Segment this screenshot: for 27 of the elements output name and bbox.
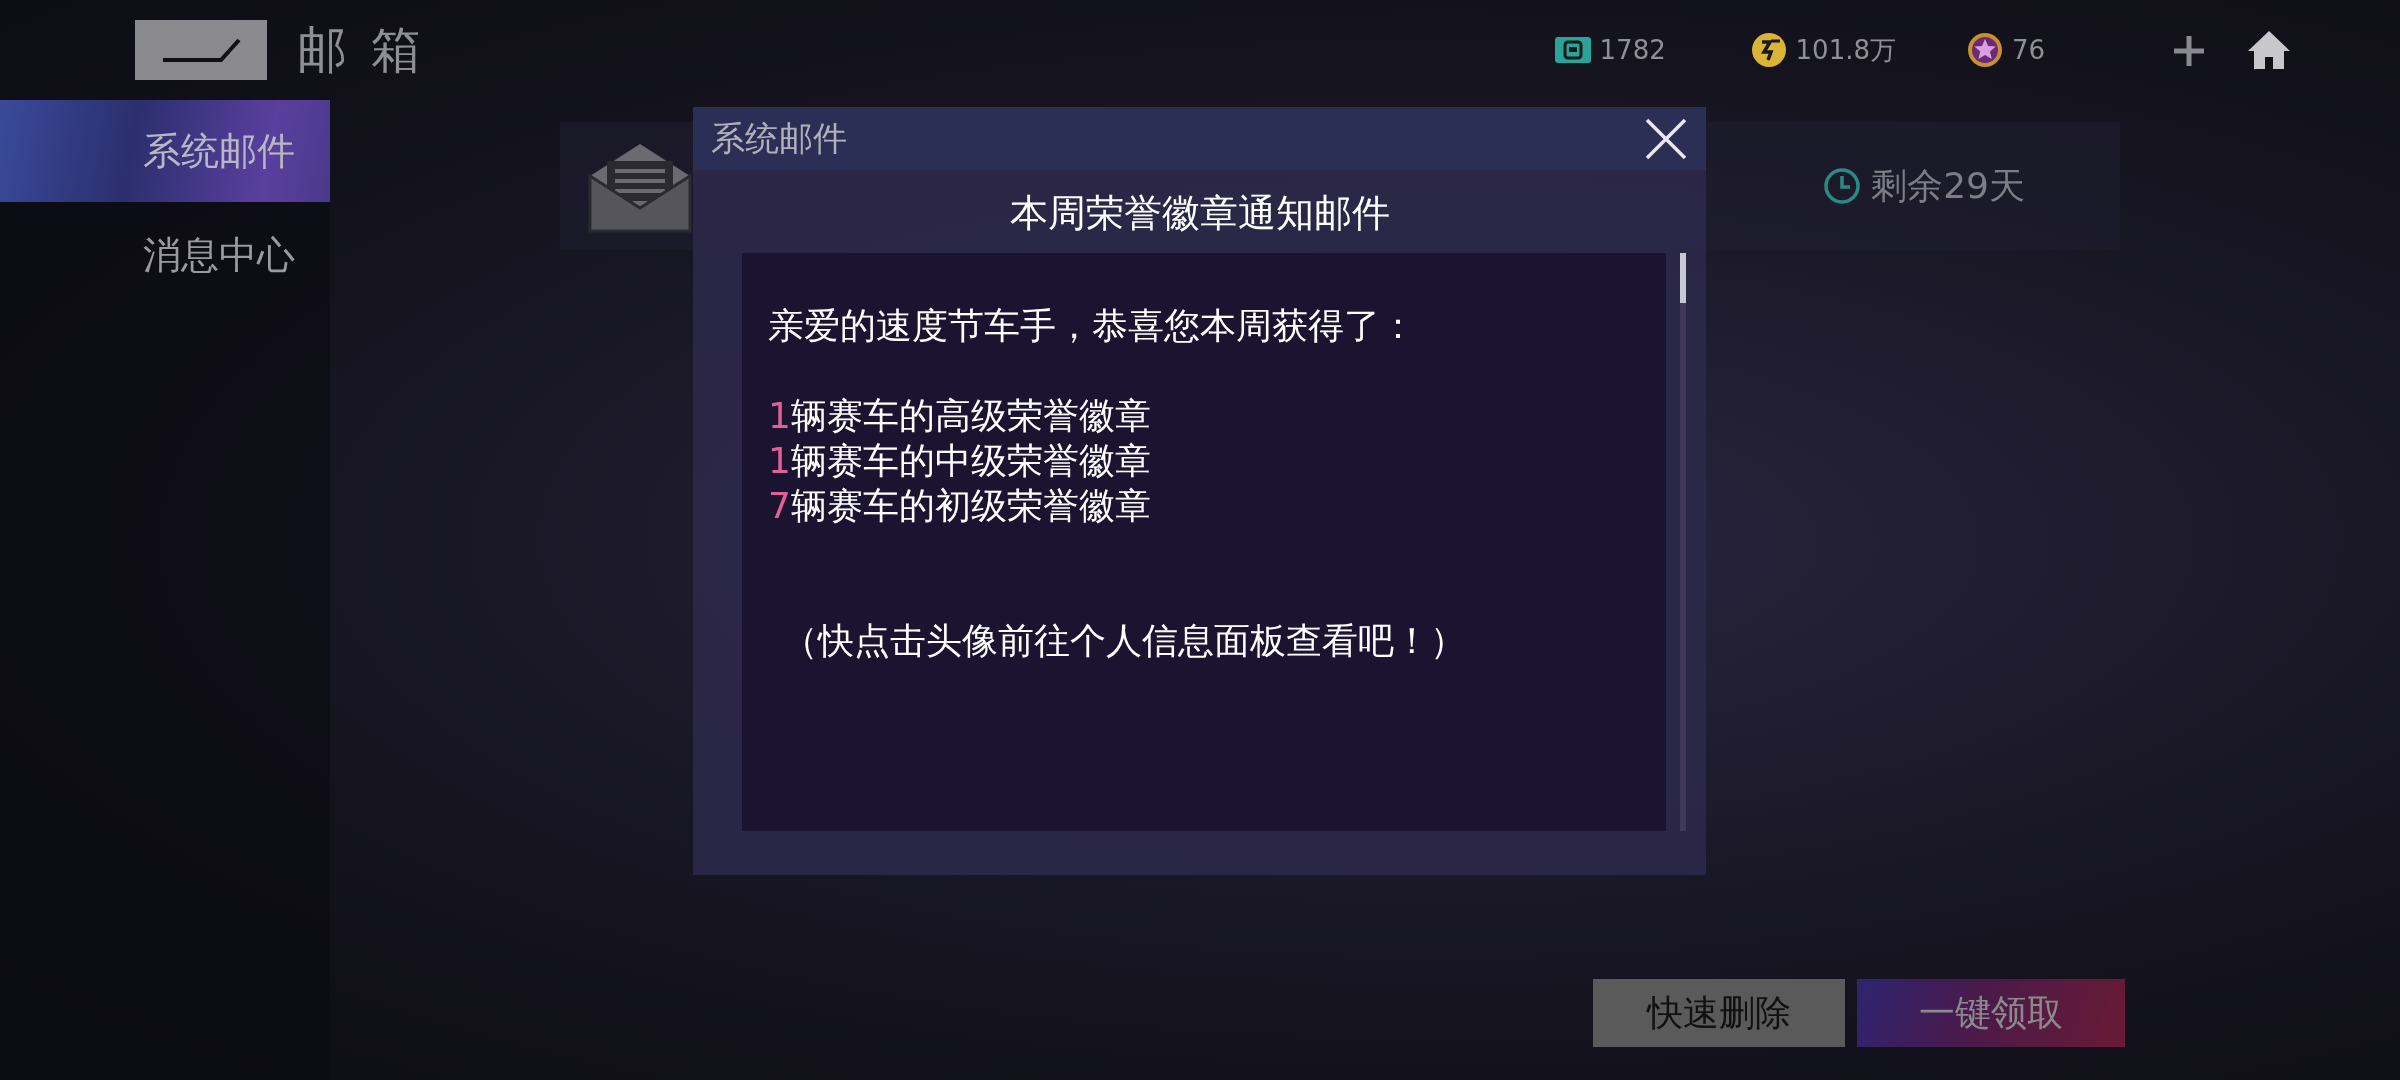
star-coin-icon — [1966, 31, 2004, 69]
dialog-title: 系统邮件 — [711, 116, 847, 160]
award-line: 1辆赛车的中级荣誉徽章 — [768, 439, 1152, 483]
clock-icon — [1823, 167, 1862, 205]
hint-text: （快点击头像前往个人信息面板查看吧！） — [781, 619, 1467, 663]
sidebar-tab[interactable]: 消息中心 — [0, 204, 330, 306]
award-line: 1辆赛车的高级荣誉徽章 — [768, 394, 1152, 438]
expiry-text: 剩余29天 — [1871, 163, 2025, 208]
award-line: 7辆赛车的初级荣誉徽章 — [768, 484, 1152, 528]
plus-icon — [2172, 34, 2206, 68]
home-button[interactable] — [2246, 29, 2292, 71]
currency-amount: 76 — [2012, 35, 2047, 65]
close-button[interactable] — [1644, 116, 1688, 161]
currency-amount: 1782 — [1599, 35, 1667, 65]
quick-delete-button[interactable]: 快速删除 — [1593, 979, 1845, 1047]
close-icon — [1644, 116, 1688, 161]
coin-icon — [1749, 31, 1788, 69]
home-icon — [2246, 29, 2292, 71]
page-title: 邮 箱 — [297, 19, 425, 81]
sidebar-tab[interactable]: 系统邮件 — [0, 100, 330, 202]
ticket-icon — [1553, 34, 1592, 66]
back-button[interactable] — [135, 20, 267, 80]
claim-all-button[interactable]: 一键领取 — [1857, 979, 2125, 1047]
greeting-text: 亲爱的速度节车手，恭喜您本周获得了： — [768, 304, 1417, 348]
mail-subject: 本周荣誉徽章通知邮件 — [1008, 190, 1391, 237]
scrollbar[interactable] — [1680, 253, 1686, 831]
currency-amount: 101.8万 — [1795, 33, 1896, 67]
